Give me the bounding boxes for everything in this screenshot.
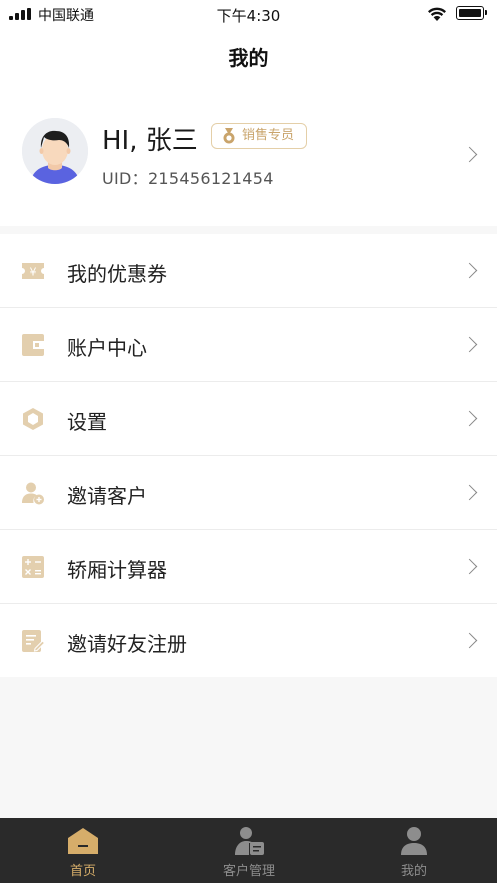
navigation-bar: 我的 (0, 28, 497, 84)
coupon-icon: ¥ (22, 263, 44, 279)
wifi-icon (428, 7, 446, 21)
menu-item-label: 邀请客户 (67, 484, 147, 508)
page-title: 我的 (228, 46, 269, 70)
role-badge: 销售专员 (211, 123, 308, 149)
battery-icon (456, 6, 487, 20)
wallet-icon (22, 334, 44, 356)
settings-menu: ¥ 我的优惠券 账户中心 设置 邀请客户 轿厢计算器 邀请好友注册 (0, 234, 497, 677)
tab-customer-management[interactable]: 客户管理 (166, 818, 332, 883)
svg-text:¥: ¥ (30, 266, 37, 279)
avatar (22, 118, 88, 184)
role-badge-label: 销售专员 (242, 128, 295, 143)
profile-card[interactable]: HI, 张三 销售专员 UID：215456121454 (0, 84, 497, 226)
edit-document-icon (22, 630, 45, 652)
uid-value: 215456121454 (147, 169, 274, 188)
menu-item-settings[interactable]: 设置 (0, 382, 497, 456)
menu-item-label: 账户中心 (67, 336, 147, 360)
menu-item-invite-customer[interactable]: 邀请客户 (0, 456, 497, 530)
menu-item-invite-friend[interactable]: 邀请好友注册 (0, 604, 497, 677)
chevron-right-icon (461, 336, 478, 353)
tab-label: 我的 (400, 864, 427, 879)
uid-label: UID： (102, 169, 148, 188)
menu-item-coupons[interactable]: ¥ 我的优惠券 (0, 234, 497, 308)
chevron-right-icon (461, 410, 478, 427)
uid-line: UID：215456121454 (102, 165, 274, 189)
tab-home[interactable]: 首页 (0, 818, 166, 883)
menu-item-label: 我的优惠券 (67, 262, 167, 286)
tab-label: 首页 (69, 864, 96, 879)
bottom-tab-bar: 首页 客户管理 我的 (0, 818, 497, 883)
person-icon (401, 827, 427, 855)
menu-item-label: 邀请好友注册 (67, 632, 187, 656)
add-user-icon (22, 482, 44, 505)
menu-item-car-calculator[interactable]: 轿厢计算器 (0, 530, 497, 604)
tab-mine[interactable]: 我的 (331, 818, 497, 883)
profile-greeting: HI, 张三 (102, 126, 198, 156)
chevron-right-icon (461, 632, 478, 649)
chevron-right-icon (461, 558, 478, 575)
menu-item-account-center[interactable]: 账户中心 (0, 308, 497, 382)
chevron-right-icon (461, 484, 478, 501)
status-time: 下午4:30 (216, 7, 281, 25)
customer-card-icon (235, 827, 264, 855)
chevron-right-icon (461, 146, 478, 163)
menu-item-label: 设置 (67, 410, 107, 434)
chevron-right-icon (461, 262, 478, 279)
settings-hexagon-icon (23, 408, 43, 430)
calculator-icon (22, 556, 44, 578)
tab-label: 客户管理 (222, 864, 275, 879)
medal-icon (223, 128, 235, 144)
home-icon (68, 828, 98, 854)
menu-item-label: 轿厢计算器 (67, 558, 167, 582)
status-bar: 中国联通 下午4:30 (0, 0, 497, 28)
